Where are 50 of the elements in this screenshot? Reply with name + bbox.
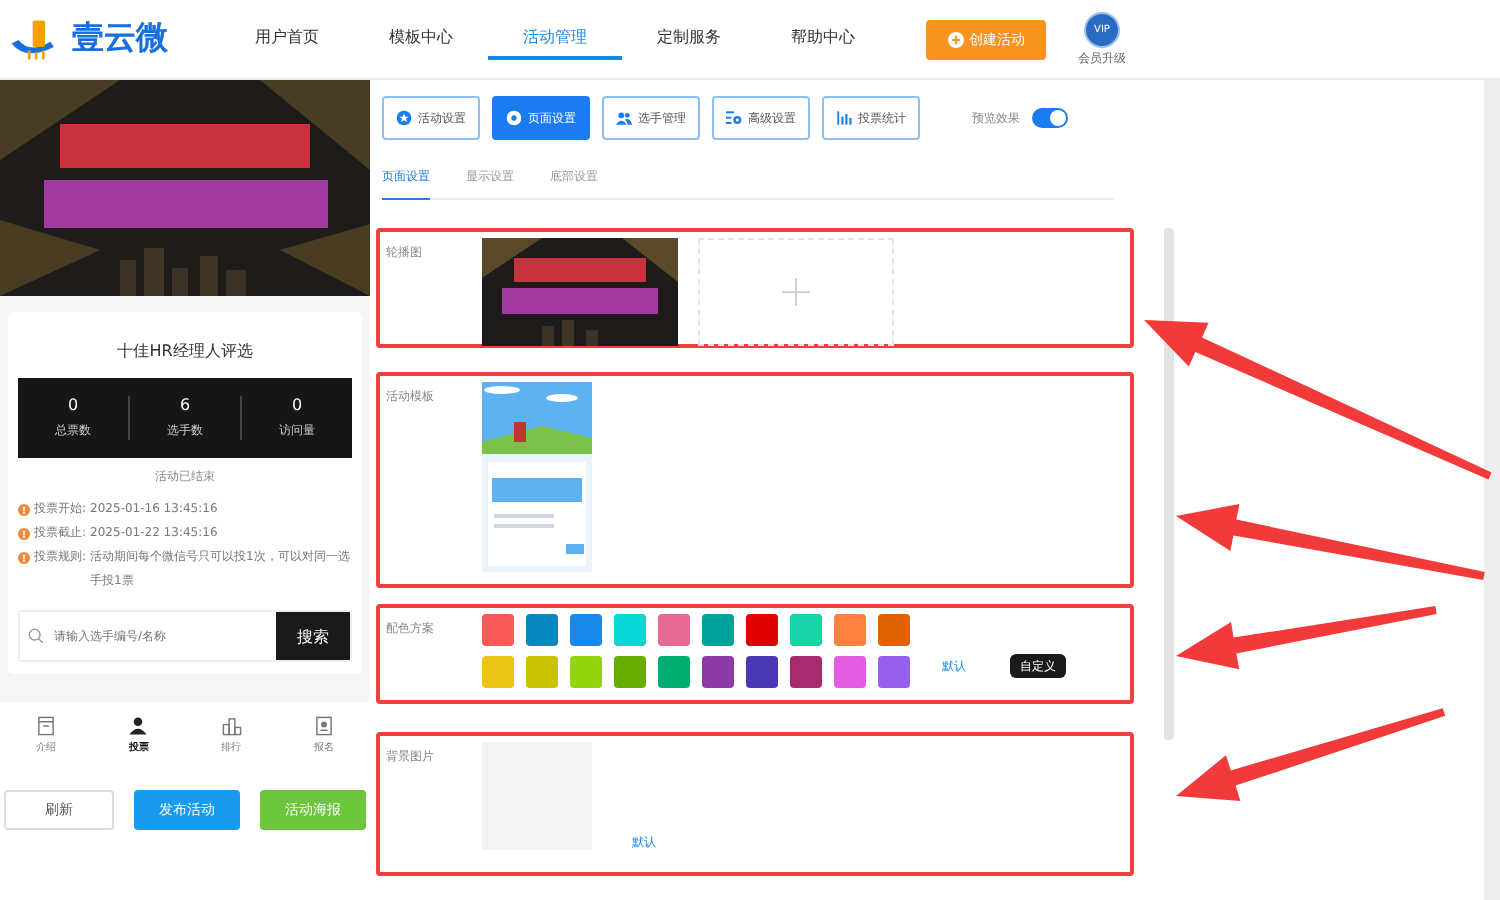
info-dot-icon — [18, 504, 30, 516]
color-swatch[interactable] — [878, 614, 910, 646]
settings-icon — [726, 110, 742, 126]
plus-icon — [947, 31, 963, 47]
nav-link[interactable]: 定制服务 — [622, 18, 756, 60]
color-swatch[interactable] — [526, 656, 558, 688]
scrollbar[interactable] — [1164, 228, 1174, 740]
search-button[interactable]: 搜索 — [276, 612, 350, 660]
info-dot-icon — [18, 528, 30, 540]
id-card-icon — [313, 715, 334, 735]
color-swatch[interactable] — [746, 656, 778, 688]
plus-icon — [782, 278, 810, 306]
activity-title: 十佳HR经理人评选 — [115, 340, 255, 362]
preview-toggle[interactable] — [1032, 108, 1068, 128]
add-image-button[interactable] — [698, 238, 894, 346]
color-swatch[interactable] — [482, 614, 514, 646]
color-swatch[interactable] — [614, 656, 646, 688]
color-swatch[interactable] — [790, 614, 822, 646]
color-swatch[interactable] — [702, 656, 734, 688]
bar-chart-icon — [836, 110, 852, 126]
star-icon — [396, 110, 412, 126]
color-swatch[interactable] — [790, 656, 822, 688]
gear-icon — [506, 110, 522, 126]
color-swatch[interactable] — [482, 656, 514, 688]
nav-link[interactable]: 帮助中心 — [756, 18, 890, 60]
color-swatch[interactable] — [570, 614, 602, 646]
color-swatch[interactable] — [570, 656, 602, 688]
nav-link[interactable]: 模板中心 — [354, 18, 488, 60]
ranking-icon — [221, 715, 242, 735]
users-icon — [616, 110, 632, 126]
stat-value: 6 — [179, 396, 191, 414]
search-icon — [28, 628, 44, 644]
nav-link[interactable]: 用户首页 — [220, 18, 354, 60]
color-swatch[interactable] — [702, 614, 734, 646]
logo-text: 壹云微 — [72, 18, 168, 60]
info-dot-icon — [18, 552, 30, 564]
color-swatch[interactable] — [658, 614, 690, 646]
color-swatch[interactable] — [834, 614, 866, 646]
color-swatch[interactable] — [878, 656, 910, 688]
stat-value: 0 — [67, 396, 79, 414]
document-icon — [36, 715, 57, 735]
color-swatch[interactable] — [834, 656, 866, 688]
person-icon — [128, 715, 149, 735]
color-swatch[interactable] — [614, 614, 646, 646]
nav-link[interactable]: 活动管理 — [488, 18, 622, 60]
scrollbar[interactable] — [1484, 80, 1500, 900]
color-swatch[interactable] — [658, 656, 690, 688]
color-swatch[interactable] — [746, 614, 778, 646]
color-swatch[interactable] — [526, 614, 558, 646]
stat-value: 0 — [291, 396, 303, 414]
